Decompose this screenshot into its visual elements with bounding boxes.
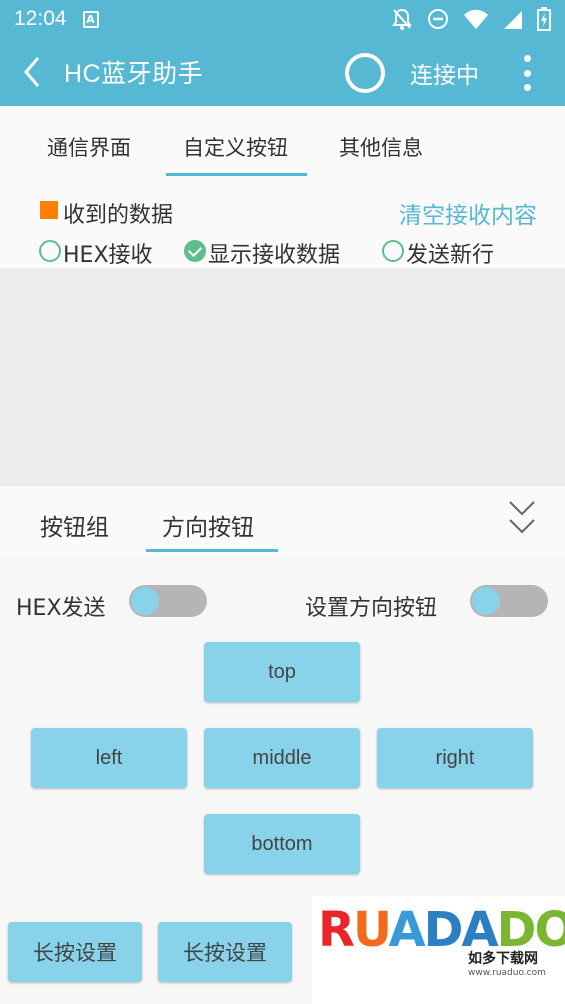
connection-status[interactable]: 连接中 <box>410 56 479 90</box>
watermark-logo: RUADADO 如多下载网 www.ruaduo.com <box>312 896 565 1004</box>
received-data-area[interactable] <box>0 268 565 486</box>
connecting-spinner-icon <box>345 53 385 93</box>
tab-indicator <box>166 173 307 176</box>
back-arrow-icon <box>24 57 40 87</box>
received-data-label: 收到的数据 <box>63 203 174 228</box>
tab-other-info[interactable]: 其他信息 <box>339 132 423 162</box>
left-button[interactable]: left <box>31 728 187 788</box>
hex-receive-label[interactable]: HEX接收 <box>63 237 153 269</box>
hex-receive-radio[interactable] <box>39 240 61 262</box>
wifi-icon <box>464 9 488 29</box>
overflow-menu-icon[interactable] <box>522 55 532 91</box>
app-bar: HC蓝牙助手 连接中 <box>0 38 565 106</box>
hex-send-label: HEX发送 <box>16 596 106 621</box>
send-newline-label[interactable]: 发送新行 <box>406 237 494 269</box>
long-press-button-1[interactable]: 长按设置 <box>8 922 142 982</box>
long-press-button-2[interactable]: 长按设置 <box>158 922 292 982</box>
clear-receive-button[interactable]: 清空接收内容 <box>399 196 537 230</box>
button-tab-bar: 按钮组 方向按钮 <box>0 486 565 556</box>
watermark-name: 如多下载网 <box>468 951 538 967</box>
bottom-button[interactable]: bottom <box>204 814 360 874</box>
battery-icon <box>537 7 551 31</box>
tab-button-group[interactable]: 按钮组 <box>40 508 109 542</box>
set-direction-label: 设置方向按钮 <box>305 596 438 621</box>
top-tab-bar: 通信界面 自定义按钮 其他信息 <box>0 106 565 178</box>
show-received-label[interactable]: 显示接收数据 <box>208 237 340 269</box>
send-newline-radio[interactable] <box>382 240 404 262</box>
tab-direction-buttons[interactable]: 方向按钮 <box>162 508 254 542</box>
button-tab-indicator <box>146 549 278 552</box>
status-time: 12:04 <box>14 7 67 30</box>
tab-communication[interactable]: 通信界面 <box>47 132 131 162</box>
mute-notifications-icon <box>392 8 412 30</box>
hex-send-switch[interactable] <box>129 585 207 617</box>
app-notification-icon: A <box>82 10 99 28</box>
top-button[interactable]: top <box>204 642 360 702</box>
watermark-url: www.ruaduo.com <box>468 968 546 978</box>
right-button[interactable]: right <box>377 728 533 788</box>
tab-custom-buttons[interactable]: 自定义按钮 <box>183 132 288 162</box>
middle-button[interactable]: middle <box>204 728 360 788</box>
back-button[interactable] <box>0 38 64 106</box>
receive-header: 收到的数据 清空接收内容 HEX接收 显示接收数据 发送新行 <box>0 180 565 268</box>
do-not-disturb-icon <box>428 9 448 29</box>
status-icons <box>391 7 551 31</box>
signal-icon <box>504 11 522 29</box>
set-direction-switch[interactable] <box>470 585 548 617</box>
show-received-radio[interactable] <box>184 240 206 262</box>
status-bar: 12:04 A <box>0 0 565 38</box>
app-title: HC蓝牙助手 <box>64 60 204 88</box>
collapse-chevron-icon[interactable] <box>508 500 536 540</box>
received-data-indicator-icon <box>40 201 58 219</box>
